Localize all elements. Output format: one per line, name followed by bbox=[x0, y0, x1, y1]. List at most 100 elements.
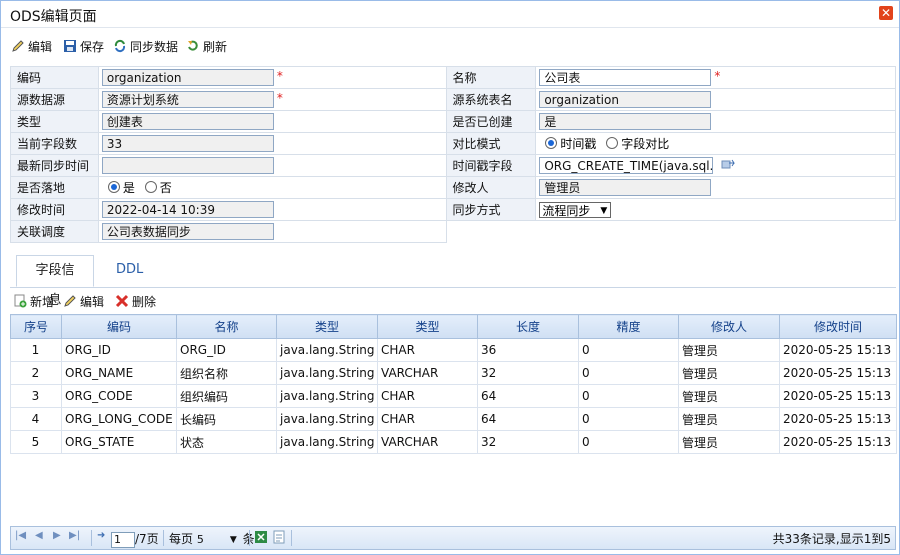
empty-cell bbox=[446, 220, 896, 243]
table-cell: 2020-05-25 15:13 bbox=[779, 338, 897, 362]
grid-body: 1 ORG_ID ORG_ID java.lang.String CHAR 36 0 管理员 2… bbox=[10, 338, 897, 454]
table-cell: 0 bbox=[578, 338, 679, 362]
type-field[interactable]: 创建表 bbox=[101, 113, 274, 130]
table-cell: 5 bbox=[10, 430, 62, 454]
tab-ddl[interactable]: DDL bbox=[102, 255, 157, 287]
refresh-button[interactable]: 刷新 bbox=[186, 38, 227, 55]
export-text-icon[interactable] bbox=[273, 530, 285, 547]
total-pages: /7页 bbox=[135, 532, 159, 546]
sync-mode-value: 流程同步 bbox=[542, 203, 591, 218]
pager-divider bbox=[91, 530, 92, 546]
column-header[interactable]: 修改人 bbox=[678, 314, 780, 339]
source-field[interactable]: 资源计划系统 bbox=[101, 91, 274, 108]
table-cell: 2020-05-25 15:13 bbox=[779, 361, 897, 385]
column-header[interactable]: 精度 bbox=[578, 314, 679, 339]
modify-time-label: 修改时间 bbox=[10, 198, 99, 221]
column-header[interactable]: 类型 bbox=[276, 314, 378, 339]
first-page-icon[interactable]: |◀ bbox=[15, 530, 26, 541]
tab-field-info[interactable]: 字段信息 bbox=[16, 255, 94, 308]
code-field[interactable]: organization bbox=[101, 69, 274, 86]
save-label: 保存 bbox=[80, 40, 105, 54]
table-cell: 状态 bbox=[176, 430, 277, 454]
column-header[interactable]: 编码 bbox=[61, 314, 177, 339]
compare-field-radio[interactable] bbox=[606, 137, 619, 149]
close-icon[interactable]: ✕ bbox=[879, 6, 893, 20]
created-label: 是否已创建 bbox=[445, 110, 537, 133]
modifier-label: 修改人 bbox=[445, 176, 537, 199]
table-cell: 0 bbox=[578, 407, 679, 431]
sync-label: 同步数据 bbox=[130, 40, 179, 54]
add-row-button[interactable]: 新增 bbox=[13, 293, 54, 310]
go-page-icon[interactable]: ➜ bbox=[97, 530, 105, 541]
table-row[interactable]: 4 ORG_LONG_CODE 长编码 java.lang.String CHAR 64 0… bbox=[10, 407, 897, 431]
table-row[interactable]: 3 ORG_CODE 组织编码 java.lang.String CHAR 64 0 管理员 2… bbox=[10, 384, 897, 408]
save-button[interactable]: 保存 bbox=[63, 38, 104, 55]
table-cell: 组织名称 bbox=[176, 361, 277, 385]
chevron-down-icon: ▼ bbox=[600, 205, 608, 216]
table-cell: VARCHAR bbox=[377, 430, 478, 454]
table-cell: 0 bbox=[578, 430, 679, 454]
table-cell: 长编码 bbox=[176, 407, 277, 431]
type-label: 类型 bbox=[10, 110, 99, 133]
landing-yes-radio[interactable] bbox=[107, 181, 120, 193]
table-cell: java.lang.String bbox=[276, 407, 378, 431]
table-row[interactable]: 5 ORG_STATE 状态 java.lang.String VARCHAR 32 0 管理… bbox=[10, 430, 897, 454]
table-cell: 管理员 bbox=[678, 407, 780, 431]
modify-time-field[interactable]: 2022-04-14 10:39 bbox=[101, 201, 274, 218]
next-page-icon[interactable]: ▶ bbox=[53, 530, 61, 541]
pick-field-icon[interactable] bbox=[721, 158, 736, 173]
tab-bar: 字段信息 DDL bbox=[10, 253, 896, 308]
page-number-input[interactable]: 1 bbox=[111, 531, 135, 548]
created-field[interactable]: 是 bbox=[539, 113, 712, 130]
delete-row-button[interactable]: 删除 bbox=[115, 293, 156, 310]
export-excel-icon[interactable] bbox=[254, 530, 268, 547]
table-cell: ORG_ID bbox=[176, 338, 277, 362]
last-sync-field[interactable] bbox=[101, 157, 274, 174]
table-cell: ORG_ID bbox=[61, 338, 177, 362]
edit-row-button[interactable]: 编辑 bbox=[63, 293, 104, 310]
table-cell: 组织编码 bbox=[176, 384, 277, 408]
ods-form: 编码 organization * 名称 公司表 * 源数据源 资源计划系统 * 源系… bbox=[10, 66, 896, 243]
compare-timestamp-radio[interactable] bbox=[545, 137, 558, 149]
timestamp-field-label: 时间戳字段 bbox=[445, 154, 537, 177]
table-cell: ORG_LONG_CODE bbox=[61, 407, 177, 431]
schedule-field[interactable]: 公司表数据同步 bbox=[101, 223, 274, 240]
timestamp-field-input[interactable]: ORG_CREATE_TIME(java.sql.Ti bbox=[539, 157, 714, 174]
per-page-select[interactable]: 5 ▼ bbox=[197, 533, 239, 547]
pager-divider bbox=[249, 530, 250, 546]
table-cell: 64 bbox=[477, 384, 579, 408]
source-table-label: 源系统表名 bbox=[445, 88, 537, 111]
table-cell: java.lang.String bbox=[276, 361, 378, 385]
edit-label: 编辑 bbox=[28, 40, 53, 54]
table-cell: 1 bbox=[10, 338, 62, 362]
required-mark: * bbox=[714, 69, 721, 83]
table-cell: 3 bbox=[10, 384, 62, 408]
column-header[interactable]: 长度 bbox=[477, 314, 579, 339]
modifier-field[interactable]: 管理员 bbox=[539, 179, 712, 196]
column-header[interactable]: 名称 bbox=[176, 314, 277, 339]
landing-label: 是否落地 bbox=[10, 176, 99, 199]
landing-no-radio[interactable] bbox=[144, 181, 157, 193]
sync-mode-select[interactable]: 流程同步 ▼ bbox=[539, 201, 612, 218]
ods-edit-dialog: ODS编辑页面 ✕ 编辑 保存 同步数据 刷新 编码 organization *… bbox=[0, 0, 900, 555]
last-page-icon[interactable]: ▶| bbox=[69, 530, 80, 541]
sync-data-button[interactable]: 同步数据 bbox=[113, 38, 178, 55]
table-cell: 32 bbox=[477, 361, 579, 385]
prev-page-icon[interactable]: ◀ bbox=[35, 530, 43, 541]
table-cell: VARCHAR bbox=[377, 361, 478, 385]
table-cell: java.lang.String bbox=[276, 384, 378, 408]
table-row[interactable]: 2 ORG_NAME 组织名称 java.lang.String VARCHAR 32 0 管… bbox=[10, 361, 897, 385]
field-count-field[interactable]: 33 bbox=[101, 135, 274, 152]
column-header[interactable]: 修改时间 bbox=[779, 314, 897, 339]
table-cell: 2020-05-25 15:13 bbox=[779, 407, 897, 431]
compare-field-label: 字段对比 bbox=[621, 137, 670, 151]
source-table-field[interactable]: organization bbox=[539, 91, 712, 108]
edit-row-label: 编辑 bbox=[80, 295, 105, 309]
column-header[interactable]: 类型 bbox=[377, 314, 478, 339]
table-cell: CHAR bbox=[377, 384, 478, 408]
delete-icon bbox=[115, 294, 129, 308]
edit-button[interactable]: 编辑 bbox=[11, 38, 52, 55]
column-header[interactable]: 序号 bbox=[10, 314, 62, 339]
table-row[interactable]: 1 ORG_ID ORG_ID java.lang.String CHAR 36 0 管理员 2… bbox=[10, 338, 897, 362]
name-field[interactable]: 公司表 bbox=[539, 69, 712, 86]
